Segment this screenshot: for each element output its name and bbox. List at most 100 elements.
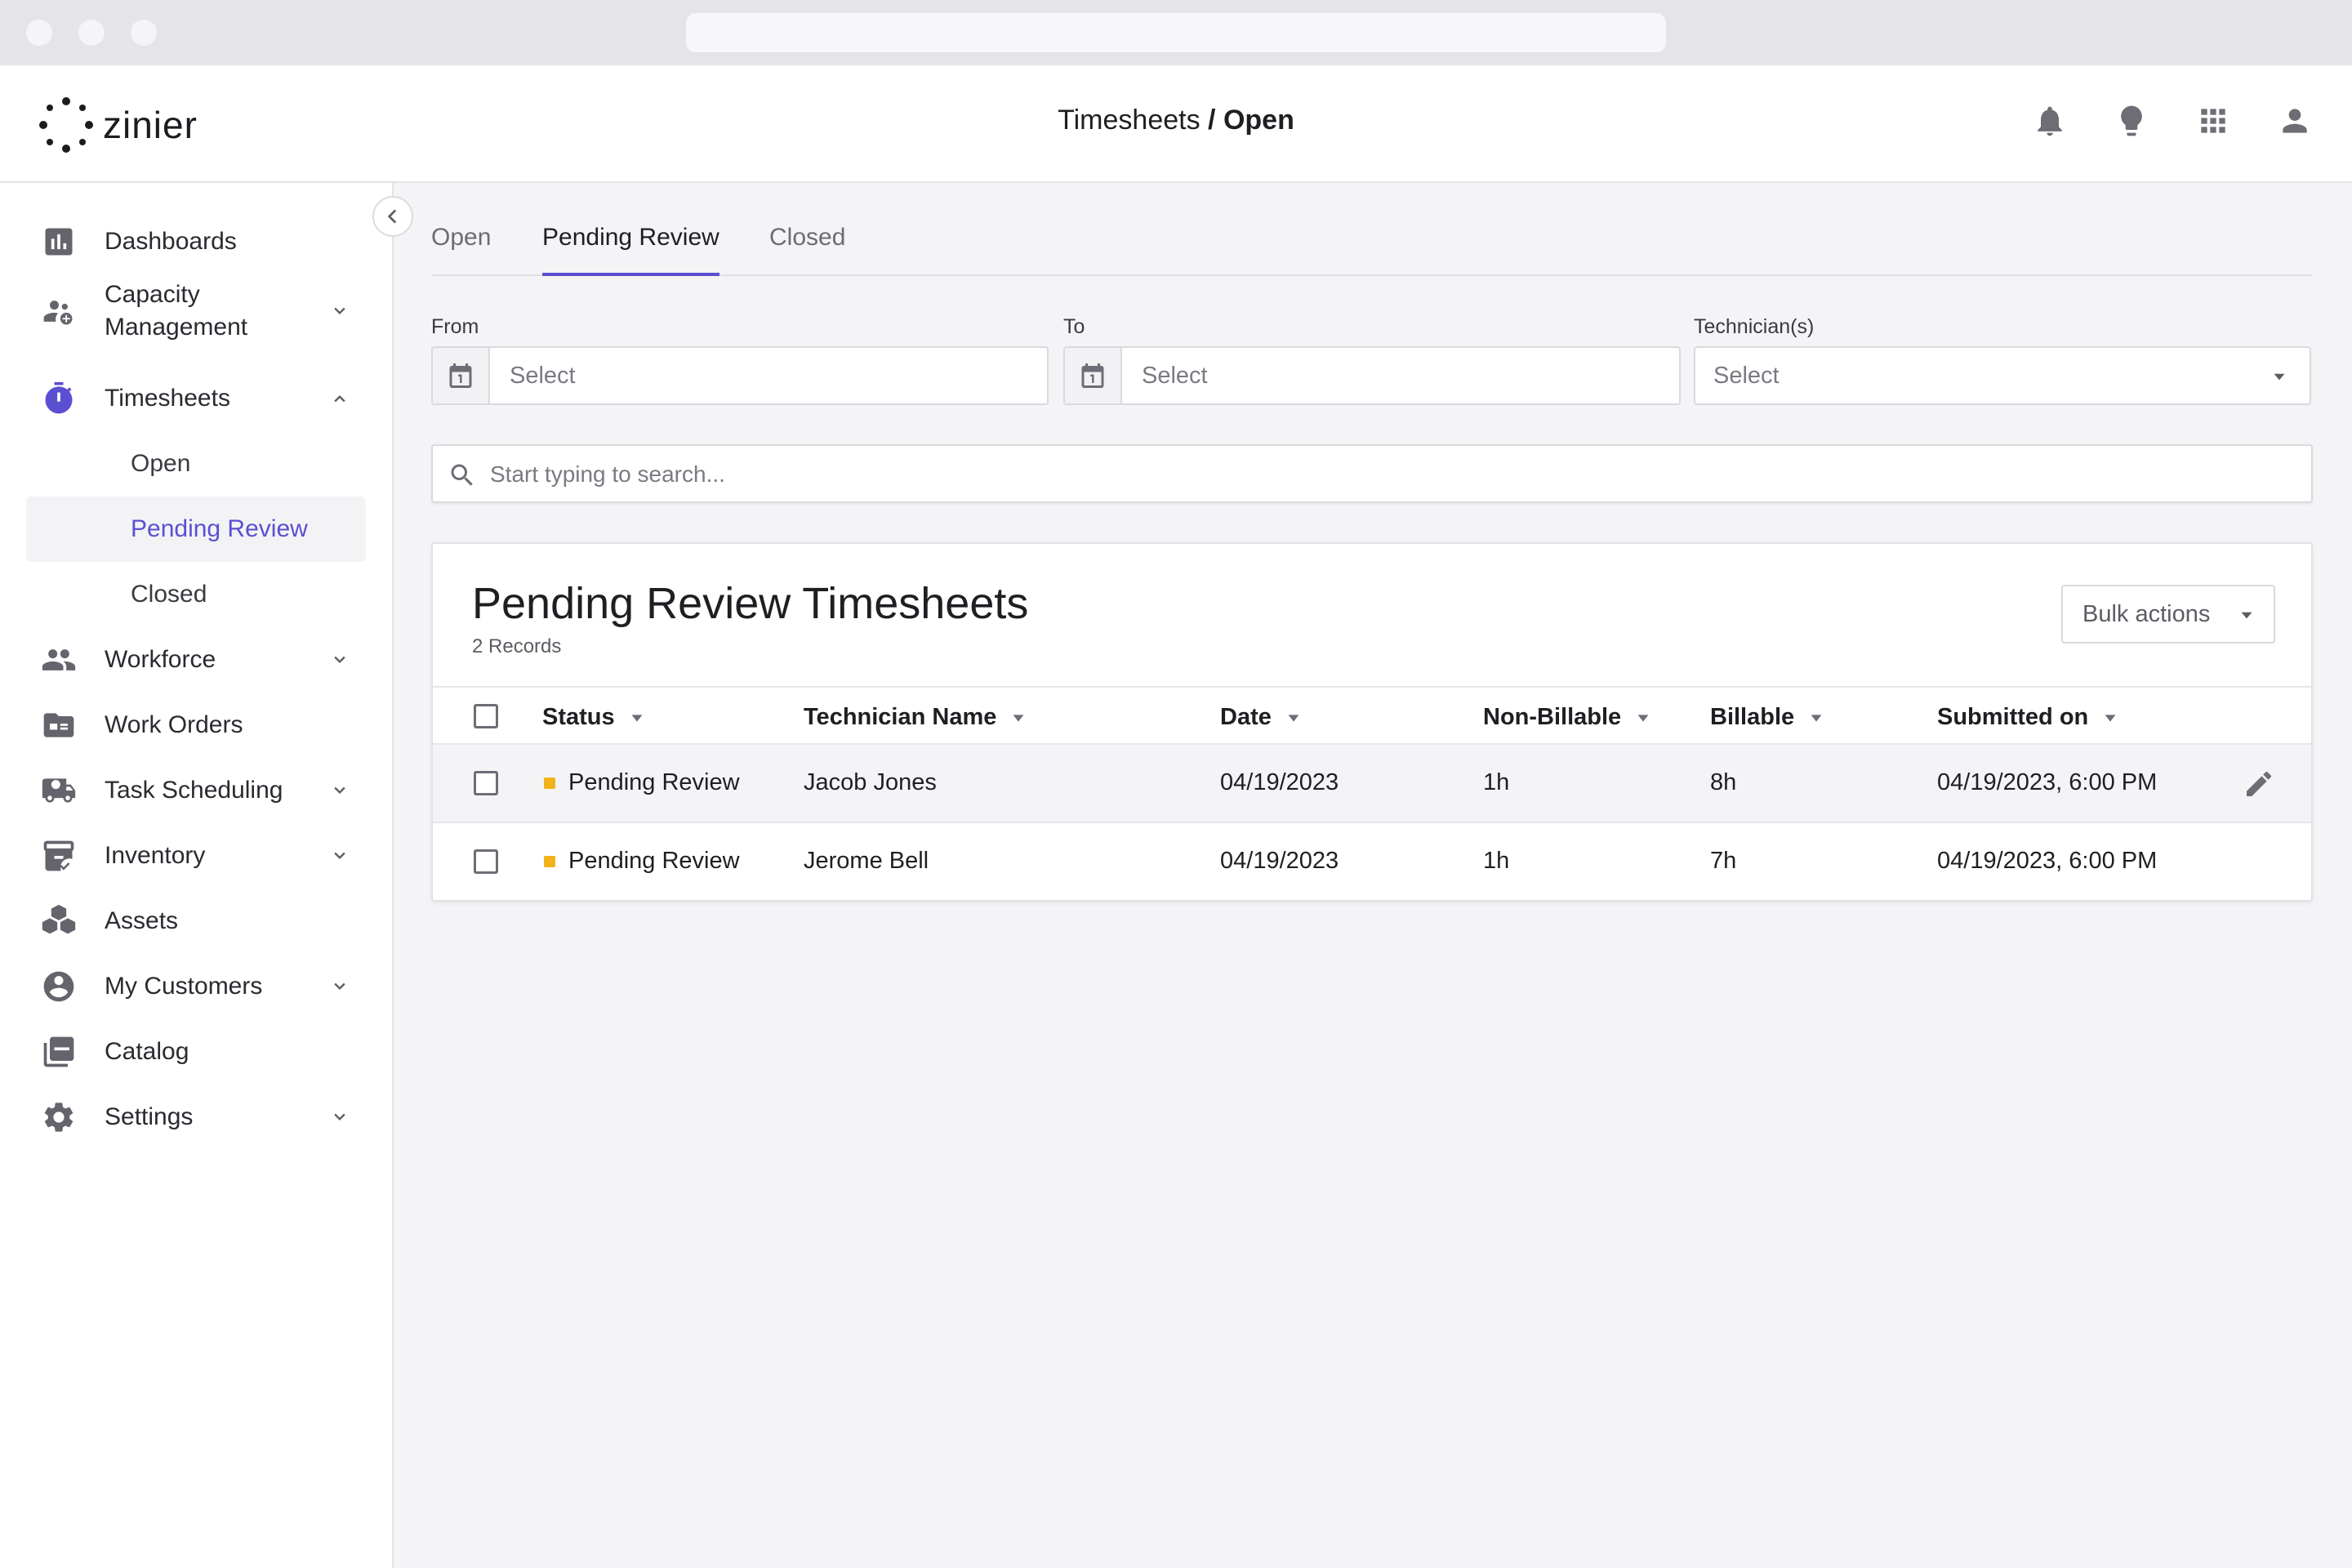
sidebar-item-label: Work Orders [105, 711, 243, 738]
chevron-left-icon [387, 209, 397, 224]
sidebar-item-dashboards[interactable]: Dashboards [26, 209, 366, 274]
sidebar-item-label: Timesheets [105, 385, 230, 412]
table-row[interactable]: Pending Review Jacob Jones 04/19/2023 1h… [433, 745, 2311, 823]
edit-icon[interactable] [2243, 768, 2275, 800]
records-count: 2 Records [472, 635, 562, 657]
column-label: Technician Name [804, 704, 997, 730]
bulk-actions-label: Bulk actions [2082, 601, 2211, 627]
timesheets-card: Pending Review Timesheets 2 Records Bulk… [431, 542, 2313, 902]
sidebar-subitem-pending-review[interactable]: Pending Review [26, 497, 366, 562]
table-row[interactable]: Pending Review Jerome Bell 04/19/2023 1h… [433, 823, 2311, 902]
from-date-field[interactable]: Select [431, 346, 1049, 405]
status-cell: Pending Review [568, 769, 740, 795]
sidebar-item-catalog[interactable]: Catalog [26, 1019, 366, 1085]
calendar-icon[interactable] [1065, 348, 1122, 403]
chevron-down-icon[interactable] [328, 779, 351, 802]
account-circle-icon [41, 969, 77, 1004]
caret-down-icon [2269, 366, 2290, 387]
technicians-value: Select [1713, 363, 1780, 389]
sidebar-item-label: My Customers [105, 973, 263, 1000]
from-label: From [431, 315, 479, 338]
sort-down-icon [1288, 714, 1299, 722]
technicians-select[interactable]: Select [1694, 346, 2311, 405]
window-close-dot[interactable] [26, 20, 52, 46]
status-indicator [544, 856, 555, 867]
technicians-label: Technician(s) [1694, 315, 1815, 338]
sidebar-item-my-customers[interactable]: My Customers [26, 954, 366, 1019]
column-header-status[interactable]: Status [542, 704, 646, 731]
sidebar-subitem-open[interactable]: Open [26, 431, 366, 497]
sidebar-item-capacity-management[interactable]: Capacity Management [26, 274, 366, 348]
chevron-down-icon[interactable] [328, 300, 351, 323]
select-all-checkbox[interactable] [474, 704, 498, 728]
chevron-down-icon[interactable] [328, 844, 351, 867]
column-header-billable[interactable]: Billable [1710, 704, 1825, 731]
chart-icon [41, 224, 77, 260]
chevron-down-icon[interactable] [328, 648, 351, 671]
technician-cell: Jerome Bell [804, 848, 929, 874]
technician-cell: Jacob Jones [804, 769, 937, 795]
column-label: Status [542, 704, 615, 730]
row-checkbox[interactable] [474, 771, 498, 795]
status-indicator [544, 777, 555, 789]
chevron-down-icon[interactable] [328, 1106, 351, 1129]
bulk-actions-button[interactable]: Bulk actions [2061, 585, 2275, 644]
from-date-value: Select [510, 363, 576, 389]
non-billable-cell: 1h [1483, 769, 1510, 795]
caret-down-icon [2236, 604, 2257, 626]
gear-icon [41, 1099, 77, 1135]
bell-icon[interactable] [2032, 103, 2068, 139]
people-settings-icon [41, 293, 77, 329]
sidebar-item-work-orders[interactable]: Work Orders [26, 693, 366, 758]
sidebar-item-label: Capacity Management [105, 281, 248, 341]
column-header-date[interactable]: Date [1220, 704, 1303, 731]
box-check-icon [41, 838, 77, 874]
calendar-icon[interactable] [433, 348, 490, 403]
chevron-down-icon[interactable] [328, 975, 351, 998]
sidebar-collapse-button[interactable] [372, 196, 413, 237]
search-input[interactable] [490, 457, 2287, 492]
column-label: Date [1220, 704, 1272, 730]
lightbulb-icon[interactable] [2114, 103, 2149, 139]
column-label: Billable [1710, 704, 1795, 730]
to-date-field[interactable]: Select [1063, 346, 1681, 405]
sidebar-item-label: Assets [105, 907, 179, 934]
status-cell: Pending Review [568, 848, 740, 874]
header-actions [2032, 103, 2313, 139]
sidebar-item-label: Workforce [105, 646, 216, 673]
tab-open[interactable]: Open [431, 224, 491, 276]
column-header-non-billable[interactable]: Non-Billable [1483, 704, 1652, 731]
column-label: Submitted on [1937, 704, 2089, 730]
sidebar-subitem-label: Pending Review [131, 515, 308, 542]
user-icon[interactable] [2277, 103, 2313, 139]
sidebar-item-task-scheduling[interactable]: Task Scheduling [26, 758, 366, 823]
sidebar-item-settings[interactable]: Settings [26, 1085, 366, 1150]
sidebar-subitem-closed[interactable]: Closed [26, 562, 366, 627]
sidebar-subitem-label: Closed [131, 581, 207, 608]
column-header-submitted[interactable]: Submitted on [1937, 704, 2119, 731]
tab-closed[interactable]: Closed [769, 224, 845, 276]
chevron-up-icon[interactable] [328, 387, 351, 410]
sidebar-item-inventory[interactable]: Inventory [26, 823, 366, 889]
sidebar: Dashboards Capacity Management Timesheet… [0, 183, 394, 1568]
address-bar[interactable] [686, 13, 1666, 52]
group-icon [41, 642, 77, 678]
sidebar-item-assets[interactable]: Assets [26, 889, 366, 954]
submitted-cell: 04/19/2023, 6:00 PM [1937, 769, 2158, 795]
title-current: Open [1223, 105, 1294, 136]
sidebar-item-label: Inventory [105, 842, 206, 869]
card-title: Pending Review Timesheets [472, 579, 1029, 628]
sort-down-icon [2105, 714, 2116, 722]
browser-chrome [0, 0, 2352, 65]
window-minimize-dot[interactable] [78, 20, 105, 46]
title-prefix: Timesheets [1058, 105, 1200, 136]
row-checkbox[interactable] [474, 849, 498, 874]
sidebar-subitem-label: Open [131, 450, 191, 477]
sort-down-icon [631, 714, 643, 722]
column-header-technician[interactable]: Technician Name [804, 704, 1027, 731]
apps-grid-icon[interactable] [2195, 103, 2231, 139]
tab-pending-review[interactable]: Pending Review [542, 224, 719, 276]
sidebar-item-workforce[interactable]: Workforce [26, 627, 366, 693]
sidebar-item-timesheets[interactable]: Timesheets [26, 366, 366, 431]
window-maximize-dot[interactable] [131, 20, 157, 46]
